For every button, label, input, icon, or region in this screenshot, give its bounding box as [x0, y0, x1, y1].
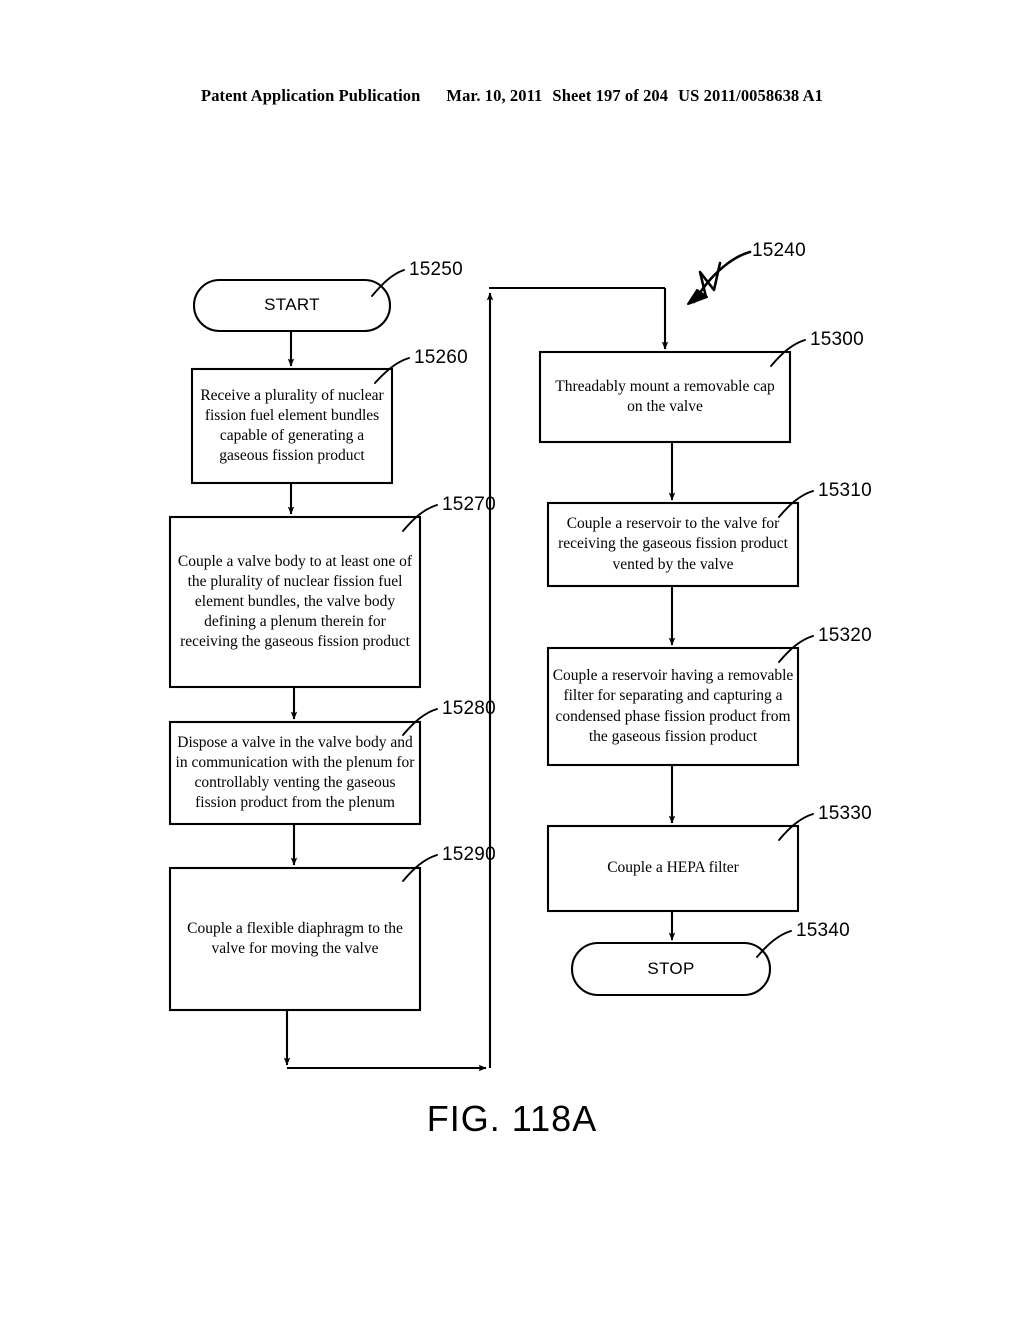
node-shape-15290	[168, 866, 422, 1012]
ref-label-15300: 15300	[810, 329, 864, 350]
node-shape-15270	[168, 515, 422, 689]
node-shape-15300	[538, 350, 792, 444]
node-shape-start	[192, 278, 392, 333]
node-shape-15330	[546, 824, 800, 913]
ref-label-15310: 15310	[818, 480, 872, 501]
node-shape-15310	[546, 501, 800, 588]
ref-label-15270: 15270	[442, 494, 496, 515]
ref-label-15330: 15330	[818, 803, 872, 824]
node-shape-15320	[546, 646, 800, 767]
node-shape-stop	[570, 941, 772, 997]
leader-15240	[687, 250, 752, 305]
node-shape-15280	[168, 720, 422, 826]
figure-caption: FIG. 118A	[426, 1098, 598, 1139]
ref-label-15340: 15340	[796, 920, 850, 941]
ref-label-15280: 15280	[442, 698, 496, 719]
leader-15340	[756, 930, 792, 958]
ref-label-15250: 15250	[409, 259, 463, 280]
ref-label-15320: 15320	[818, 625, 872, 646]
node-shape-15260	[190, 367, 394, 485]
ref-label-15290: 15290	[442, 844, 496, 865]
ref-label-15260: 15260	[414, 347, 468, 368]
ref-label-15240: 15240	[752, 240, 806, 261]
